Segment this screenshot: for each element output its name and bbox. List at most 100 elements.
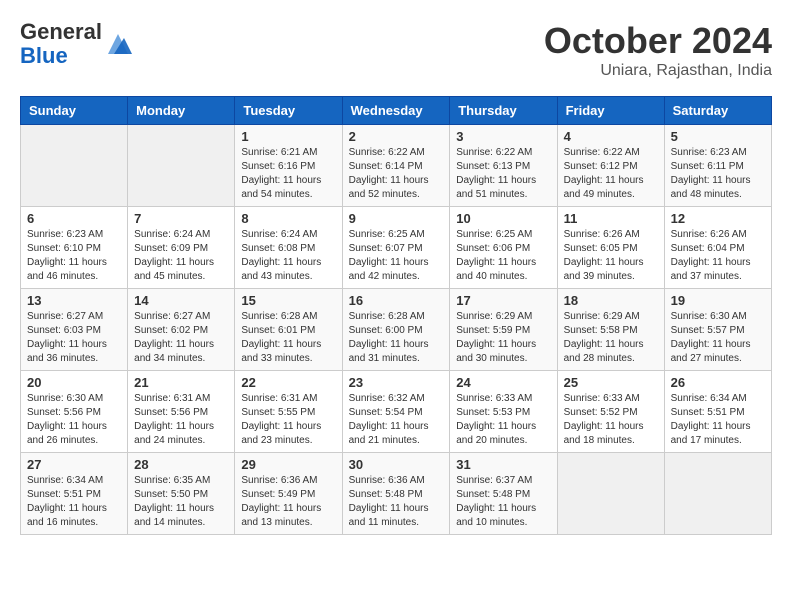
day-number: 2 bbox=[349, 129, 444, 144]
calendar-cell: 14Sunrise: 6:27 AM Sunset: 6:02 PM Dayli… bbox=[128, 289, 235, 371]
day-info: Sunrise: 6:34 AM Sunset: 5:51 PM Dayligh… bbox=[671, 392, 765, 448]
calendar-cell: 13 Sunrise: 6:27 AM Sunset: 6:03 PM Dayli… bbox=[21, 289, 128, 371]
day-number: 31 bbox=[456, 457, 550, 472]
calendar-cell: 23Sunrise: 6:32 AM Sunset: 5:54 PM Dayli… bbox=[342, 371, 450, 453]
calendar-week-row: 1Sunrise: 6:21 AM Sunset: 6:16 PM Daylig… bbox=[21, 125, 772, 207]
calendar-cell bbox=[21, 125, 128, 207]
calendar-cell: 18 Sunrise: 6:29 AM Sunset: 5:58 PM Dayli… bbox=[557, 289, 664, 371]
day-number: 17 bbox=[456, 293, 550, 308]
day-info: Sunrise: 6:33 AM Sunset: 5:52 PM Dayligh… bbox=[564, 392, 658, 448]
logo: General Blue bbox=[20, 20, 132, 68]
day-info: Sunrise: 6:36 AM Sunset: 5:49 PM Dayligh… bbox=[241, 474, 335, 530]
weekday-header: Wednesday bbox=[342, 97, 450, 125]
calendar-week-row: 20Sunrise: 6:30 AM Sunset: 5:56 PM Dayli… bbox=[21, 371, 772, 453]
calendar-cell: 8Sunrise: 6:24 AM Sunset: 6:08 PM Daylig… bbox=[235, 207, 342, 289]
day-number: 30 bbox=[349, 457, 444, 472]
location: Uniara, Rajasthan, India bbox=[544, 62, 772, 80]
calendar-cell: 22 Sunrise: 6:31 AM Sunset: 5:55 PM Dayli… bbox=[235, 371, 342, 453]
calendar-week-row: 6 Sunrise: 6:23 AM Sunset: 6:10 PM Daylig… bbox=[21, 207, 772, 289]
day-number: 12 bbox=[671, 211, 765, 226]
calendar-cell: 20Sunrise: 6:30 AM Sunset: 5:56 PM Dayli… bbox=[21, 371, 128, 453]
day-number: 23 bbox=[349, 375, 444, 390]
day-info: Sunrise: 6:34 AM Sunset: 5:51 PM Dayligh… bbox=[27, 474, 121, 530]
weekday-header: Sunday bbox=[21, 97, 128, 125]
day-info: Sunrise: 6:25 AM Sunset: 6:06 PM Dayligh… bbox=[456, 228, 550, 284]
day-info: Sunrise: 6:26 AM Sunset: 6:05 PM Dayligh… bbox=[564, 228, 658, 284]
calendar-cell: 2 Sunrise: 6:22 AM Sunset: 6:14 PM Daylig… bbox=[342, 125, 450, 207]
day-info: Sunrise: 6:24 AM Sunset: 6:09 PM Dayligh… bbox=[134, 228, 228, 284]
calendar-cell: 31 Sunrise: 6:37 AM Sunset: 5:48 PM Dayli… bbox=[450, 453, 557, 535]
day-info: Sunrise: 6:22 AM Sunset: 6:12 PM Dayligh… bbox=[564, 146, 658, 202]
weekday-header: Tuesday bbox=[235, 97, 342, 125]
calendar-cell: 7 Sunrise: 6:24 AM Sunset: 6:09 PM Daylig… bbox=[128, 207, 235, 289]
day-info: Sunrise: 6:28 AM Sunset: 6:00 PM Dayligh… bbox=[349, 310, 444, 366]
calendar-cell: 1Sunrise: 6:21 AM Sunset: 6:16 PM Daylig… bbox=[235, 125, 342, 207]
day-info: Sunrise: 6:35 AM Sunset: 5:50 PM Dayligh… bbox=[134, 474, 228, 530]
calendar-cell: 24 Sunrise: 6:33 AM Sunset: 5:53 PM Dayli… bbox=[450, 371, 557, 453]
logo-general-text: General bbox=[20, 19, 102, 44]
day-info: Sunrise: 6:23 AM Sunset: 6:11 PM Dayligh… bbox=[671, 146, 765, 202]
day-info: Sunrise: 6:37 AM Sunset: 5:48 PM Dayligh… bbox=[456, 474, 550, 530]
calendar-week-row: 27Sunrise: 6:34 AM Sunset: 5:51 PM Dayli… bbox=[21, 453, 772, 535]
calendar-cell: 5 Sunrise: 6:23 AM Sunset: 6:11 PM Daylig… bbox=[664, 125, 771, 207]
day-number: 28 bbox=[134, 457, 228, 472]
weekday-header: Thursday bbox=[450, 97, 557, 125]
weekday-header: Monday bbox=[128, 97, 235, 125]
day-info: Sunrise: 6:30 AM Sunset: 5:57 PM Dayligh… bbox=[671, 310, 765, 366]
day-number: 10 bbox=[456, 211, 550, 226]
day-number: 13 bbox=[27, 293, 121, 308]
calendar-cell: 16Sunrise: 6:28 AM Sunset: 6:00 PM Dayli… bbox=[342, 289, 450, 371]
day-info: Sunrise: 6:36 AM Sunset: 5:48 PM Dayligh… bbox=[349, 474, 444, 530]
calendar-header: SundayMondayTuesdayWednesdayThursdayFrid… bbox=[21, 97, 772, 125]
calendar-cell: 30 Sunrise: 6:36 AM Sunset: 5:48 PM Dayli… bbox=[342, 453, 450, 535]
day-number: 14 bbox=[134, 293, 228, 308]
day-number: 18 bbox=[564, 293, 658, 308]
calendar-cell: 19 Sunrise: 6:30 AM Sunset: 5:57 PM Dayli… bbox=[664, 289, 771, 371]
day-number: 20 bbox=[27, 375, 121, 390]
logo-icon bbox=[104, 30, 132, 58]
day-info: Sunrise: 6:23 AM Sunset: 6:10 PM Dayligh… bbox=[27, 228, 121, 284]
day-info: Sunrise: 6:31 AM Sunset: 5:56 PM Dayligh… bbox=[134, 392, 228, 448]
day-number: 22 bbox=[241, 375, 335, 390]
day-info: Sunrise: 6:22 AM Sunset: 6:14 PM Dayligh… bbox=[349, 146, 444, 202]
calendar-cell: 10 Sunrise: 6:25 AM Sunset: 6:06 PM Dayli… bbox=[450, 207, 557, 289]
day-number: 26 bbox=[671, 375, 765, 390]
calendar-body: 1Sunrise: 6:21 AM Sunset: 6:16 PM Daylig… bbox=[21, 125, 772, 535]
calendar-cell: 3 Sunrise: 6:22 AM Sunset: 6:13 PM Daylig… bbox=[450, 125, 557, 207]
day-info: Sunrise: 6:28 AM Sunset: 6:01 PM Dayligh… bbox=[241, 310, 335, 366]
calendar-cell: 6 Sunrise: 6:23 AM Sunset: 6:10 PM Daylig… bbox=[21, 207, 128, 289]
day-number: 5 bbox=[671, 129, 765, 144]
title-block: October 2024 Uniara, Rajasthan, India bbox=[544, 20, 772, 80]
calendar-cell: 4 Sunrise: 6:22 AM Sunset: 6:12 PM Daylig… bbox=[557, 125, 664, 207]
day-number: 11 bbox=[564, 211, 658, 226]
day-number: 29 bbox=[241, 457, 335, 472]
calendar-cell: 27Sunrise: 6:34 AM Sunset: 5:51 PM Dayli… bbox=[21, 453, 128, 535]
day-number: 9 bbox=[349, 211, 444, 226]
calendar-cell: 25 Sunrise: 6:33 AM Sunset: 5:52 PM Dayli… bbox=[557, 371, 664, 453]
day-info: Sunrise: 6:31 AM Sunset: 5:55 PM Dayligh… bbox=[241, 392, 335, 448]
day-number: 19 bbox=[671, 293, 765, 308]
day-info: Sunrise: 6:27 AM Sunset: 6:03 PM Dayligh… bbox=[27, 310, 121, 366]
day-number: 15 bbox=[241, 293, 335, 308]
calendar-cell bbox=[664, 453, 771, 535]
calendar-cell bbox=[128, 125, 235, 207]
calendar-cell: 12Sunrise: 6:26 AM Sunset: 6:04 PM Dayli… bbox=[664, 207, 771, 289]
calendar-cell: 15 Sunrise: 6:28 AM Sunset: 6:01 PM Dayli… bbox=[235, 289, 342, 371]
page-header: General Blue October 2024 Uniara, Rajast… bbox=[20, 20, 772, 80]
calendar-cell: 29 Sunrise: 6:36 AM Sunset: 5:49 PM Dayli… bbox=[235, 453, 342, 535]
day-number: 1 bbox=[241, 129, 335, 144]
day-number: 21 bbox=[134, 375, 228, 390]
day-info: Sunrise: 6:22 AM Sunset: 6:13 PM Dayligh… bbox=[456, 146, 550, 202]
day-number: 25 bbox=[564, 375, 658, 390]
month-title: October 2024 bbox=[544, 20, 772, 62]
calendar-cell: 9Sunrise: 6:25 AM Sunset: 6:07 PM Daylig… bbox=[342, 207, 450, 289]
calendar-cell: 11 Sunrise: 6:26 AM Sunset: 6:05 PM Dayli… bbox=[557, 207, 664, 289]
day-number: 7 bbox=[134, 211, 228, 226]
day-number: 24 bbox=[456, 375, 550, 390]
day-info: Sunrise: 6:33 AM Sunset: 5:53 PM Dayligh… bbox=[456, 392, 550, 448]
day-info: Sunrise: 6:29 AM Sunset: 5:58 PM Dayligh… bbox=[564, 310, 658, 366]
day-number: 3 bbox=[456, 129, 550, 144]
day-info: Sunrise: 6:29 AM Sunset: 5:59 PM Dayligh… bbox=[456, 310, 550, 366]
day-number: 6 bbox=[27, 211, 121, 226]
day-number: 4 bbox=[564, 129, 658, 144]
